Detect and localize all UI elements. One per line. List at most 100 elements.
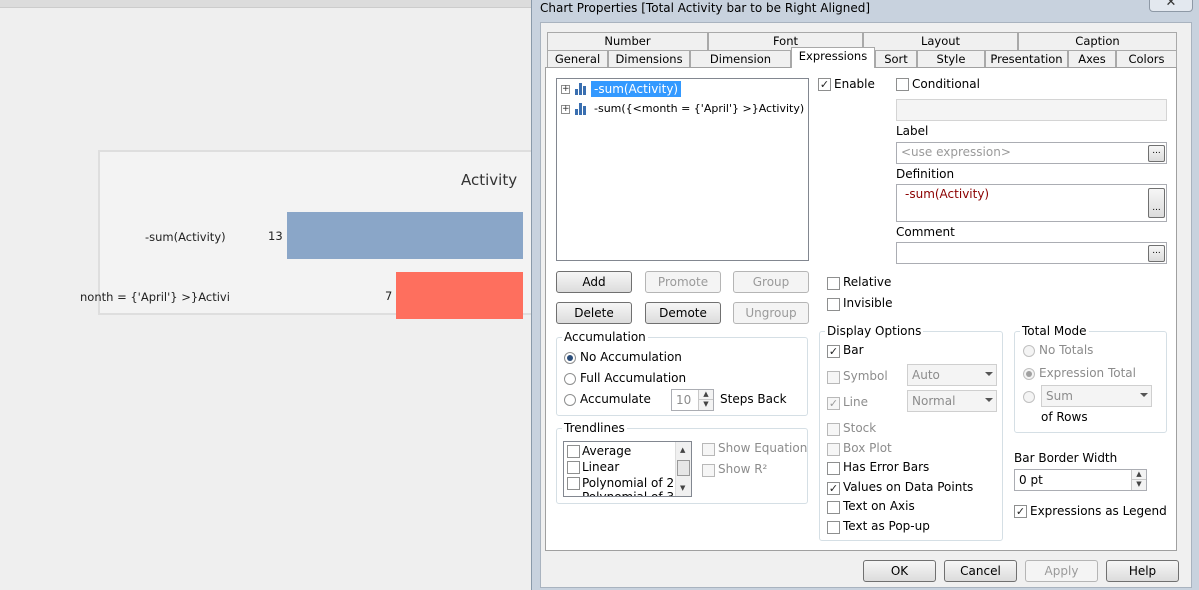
expressions-as-legend-checkbox[interactable]: ✓ xyxy=(1014,505,1027,518)
text-on-axis-checkbox[interactable] xyxy=(827,501,840,514)
trendline-linear-checkbox[interactable] xyxy=(567,461,580,474)
ungroup-button[interactable]: Ungroup xyxy=(733,302,809,324)
error-bars-checkbox[interactable] xyxy=(827,462,840,475)
scroll-down-icon[interactable]: ▼ xyxy=(680,484,685,492)
steps-back-label: Steps Back xyxy=(720,392,787,406)
definition-caption: Definition xyxy=(896,167,955,181)
tab-expressions[interactable]: Expressions xyxy=(791,47,875,68)
expression-total-radio[interactable] xyxy=(1023,368,1035,380)
ok-button[interactable]: OK xyxy=(863,560,936,582)
accumulate-radio[interactable] xyxy=(564,394,576,406)
tab-sort[interactable]: Sort xyxy=(875,50,917,68)
tab-presentation[interactable]: Presentation xyxy=(985,50,1068,68)
show-equation-checkbox[interactable] xyxy=(702,443,715,456)
tab-style[interactable]: Style xyxy=(917,50,985,68)
stock-checkbox[interactable] xyxy=(827,423,840,436)
invisible-checkbox[interactable] xyxy=(827,298,840,311)
accumulation-title: Accumulation xyxy=(562,330,648,344)
total-mode-title: Total Mode xyxy=(1020,324,1089,338)
demote-button[interactable]: Demote xyxy=(645,302,721,324)
box-plot-checkbox[interactable] xyxy=(827,443,840,456)
trendline-poly2-checkbox[interactable] xyxy=(567,477,580,490)
tab-colors[interactable]: Colors xyxy=(1116,50,1177,68)
tab-axes[interactable]: Axes xyxy=(1068,50,1116,68)
symbol-select-value: Auto xyxy=(912,368,940,382)
relative-label: Relative xyxy=(843,275,892,289)
expression-item-selected[interactable]: -sum(Activity) xyxy=(591,81,682,97)
comment-field[interactable] xyxy=(896,242,1167,264)
cancel-button[interactable]: Cancel xyxy=(944,560,1017,582)
trendline-poly2-label: Polynomial of 2nd d xyxy=(582,476,674,490)
tab-general[interactable]: General xyxy=(547,50,608,68)
stepper-down-icon[interactable]: ▼ xyxy=(1131,480,1146,490)
scrollbar-thumb[interactable] xyxy=(677,460,690,476)
text-popup-label: Text as Pop-up xyxy=(843,519,930,533)
conditional-field[interactable] xyxy=(896,99,1167,121)
definition-edit-button[interactable]: ... xyxy=(1148,188,1165,218)
bar-checkbox[interactable]: ✓ xyxy=(827,345,840,358)
text-popup-checkbox[interactable] xyxy=(827,521,840,534)
full-accumulation-radio[interactable] xyxy=(564,373,576,385)
add-button[interactable]: Add xyxy=(556,271,632,293)
group-button[interactable]: Group xyxy=(733,271,809,293)
tab-number[interactable]: Number xyxy=(547,32,708,50)
stepper-up-icon[interactable]: ▲ xyxy=(1131,470,1146,480)
chart-category-label: nonth = {'April'} >}Activity) xyxy=(80,290,230,304)
no-totals-label: No Totals xyxy=(1039,343,1094,357)
symbol-select[interactable]: Auto xyxy=(907,364,997,386)
show-r2-checkbox[interactable] xyxy=(702,464,715,477)
tab-layout[interactable]: Layout xyxy=(863,32,1018,50)
tab-dimension-limits[interactable]: Dimension Limits xyxy=(690,50,791,83)
bar-chart-icon xyxy=(575,83,589,95)
trendlines-title: Trendlines xyxy=(562,421,627,435)
label-field[interactable]: <use expression> xyxy=(896,142,1167,164)
relative-checkbox[interactable] xyxy=(827,277,840,290)
chart-bar[interactable] xyxy=(287,212,523,259)
accumulate-label: Accumulate xyxy=(580,392,651,406)
trendline-average-checkbox[interactable] xyxy=(567,445,580,458)
bar-chart-icon xyxy=(575,103,589,115)
values-on-points-checkbox[interactable]: ✓ xyxy=(827,482,840,495)
label-edit-button[interactable]: ... xyxy=(1148,145,1165,162)
symbol-checkbox[interactable] xyxy=(827,371,840,384)
expand-icon[interactable]: + xyxy=(561,85,570,94)
sheet-toolbar-strip xyxy=(0,0,540,8)
scroll-up-icon[interactable]: ▲ xyxy=(680,446,685,454)
close-button[interactable]: ✕ xyxy=(1149,0,1193,12)
trendlines-scrollbar[interactable]: ▲ ▼ xyxy=(675,442,691,496)
bar-border-width-stepper[interactable]: 0 pt ▲ ▼ xyxy=(1014,469,1147,491)
dialog-title: Chart Properties [Total Activity bar to … xyxy=(540,1,871,15)
line-checkbox[interactable]: ✓ xyxy=(827,397,840,410)
no-accumulation-radio[interactable] xyxy=(564,352,576,364)
bar-border-width-label: Bar Border Width xyxy=(1014,451,1118,465)
tab-caption[interactable]: Caption xyxy=(1018,32,1177,50)
no-totals-radio[interactable] xyxy=(1023,345,1035,357)
delete-button[interactable]: Delete xyxy=(556,302,632,324)
of-rows-label: of Rows xyxy=(1041,410,1088,424)
conditional-checkbox[interactable] xyxy=(896,78,909,91)
steps-back-value: 10 xyxy=(676,393,692,407)
tab-dimensions[interactable]: Dimensions xyxy=(608,50,690,68)
stepper-down-icon[interactable]: ▼ xyxy=(698,400,713,410)
line-select[interactable]: Normal xyxy=(907,390,997,412)
expression-total-label: Expression Total xyxy=(1039,366,1136,380)
steps-back-stepper[interactable]: 10 ▲ ▼ xyxy=(671,389,714,411)
comment-edit-button[interactable]: ... xyxy=(1148,245,1165,262)
total-function-select[interactable]: Sum xyxy=(1041,385,1152,407)
chevron-down-icon xyxy=(985,398,993,402)
show-equation-label: Show Equation xyxy=(718,441,808,455)
promote-button[interactable]: Promote xyxy=(645,271,721,293)
chart-bar[interactable] xyxy=(396,272,523,319)
definition-field[interactable]: -sum(Activity) xyxy=(896,184,1167,222)
total-function-value: Sum xyxy=(1046,389,1073,403)
expand-icon[interactable]: + xyxy=(561,105,570,114)
stepper-up-icon[interactable]: ▲ xyxy=(698,390,713,400)
box-plot-label: Box Plot xyxy=(843,441,892,455)
sum-radio[interactable] xyxy=(1023,391,1035,403)
enable-checkbox[interactable]: ✓ xyxy=(818,78,831,91)
help-button[interactable]: Help xyxy=(1106,560,1179,582)
chart-data-label: 13 xyxy=(268,229,283,243)
expression-item[interactable]: -sum({<month = {'April'} >}Activity) xyxy=(594,102,804,115)
apply-button[interactable]: Apply xyxy=(1025,560,1098,582)
chart-category-label: -sum(Activity) xyxy=(145,230,226,244)
